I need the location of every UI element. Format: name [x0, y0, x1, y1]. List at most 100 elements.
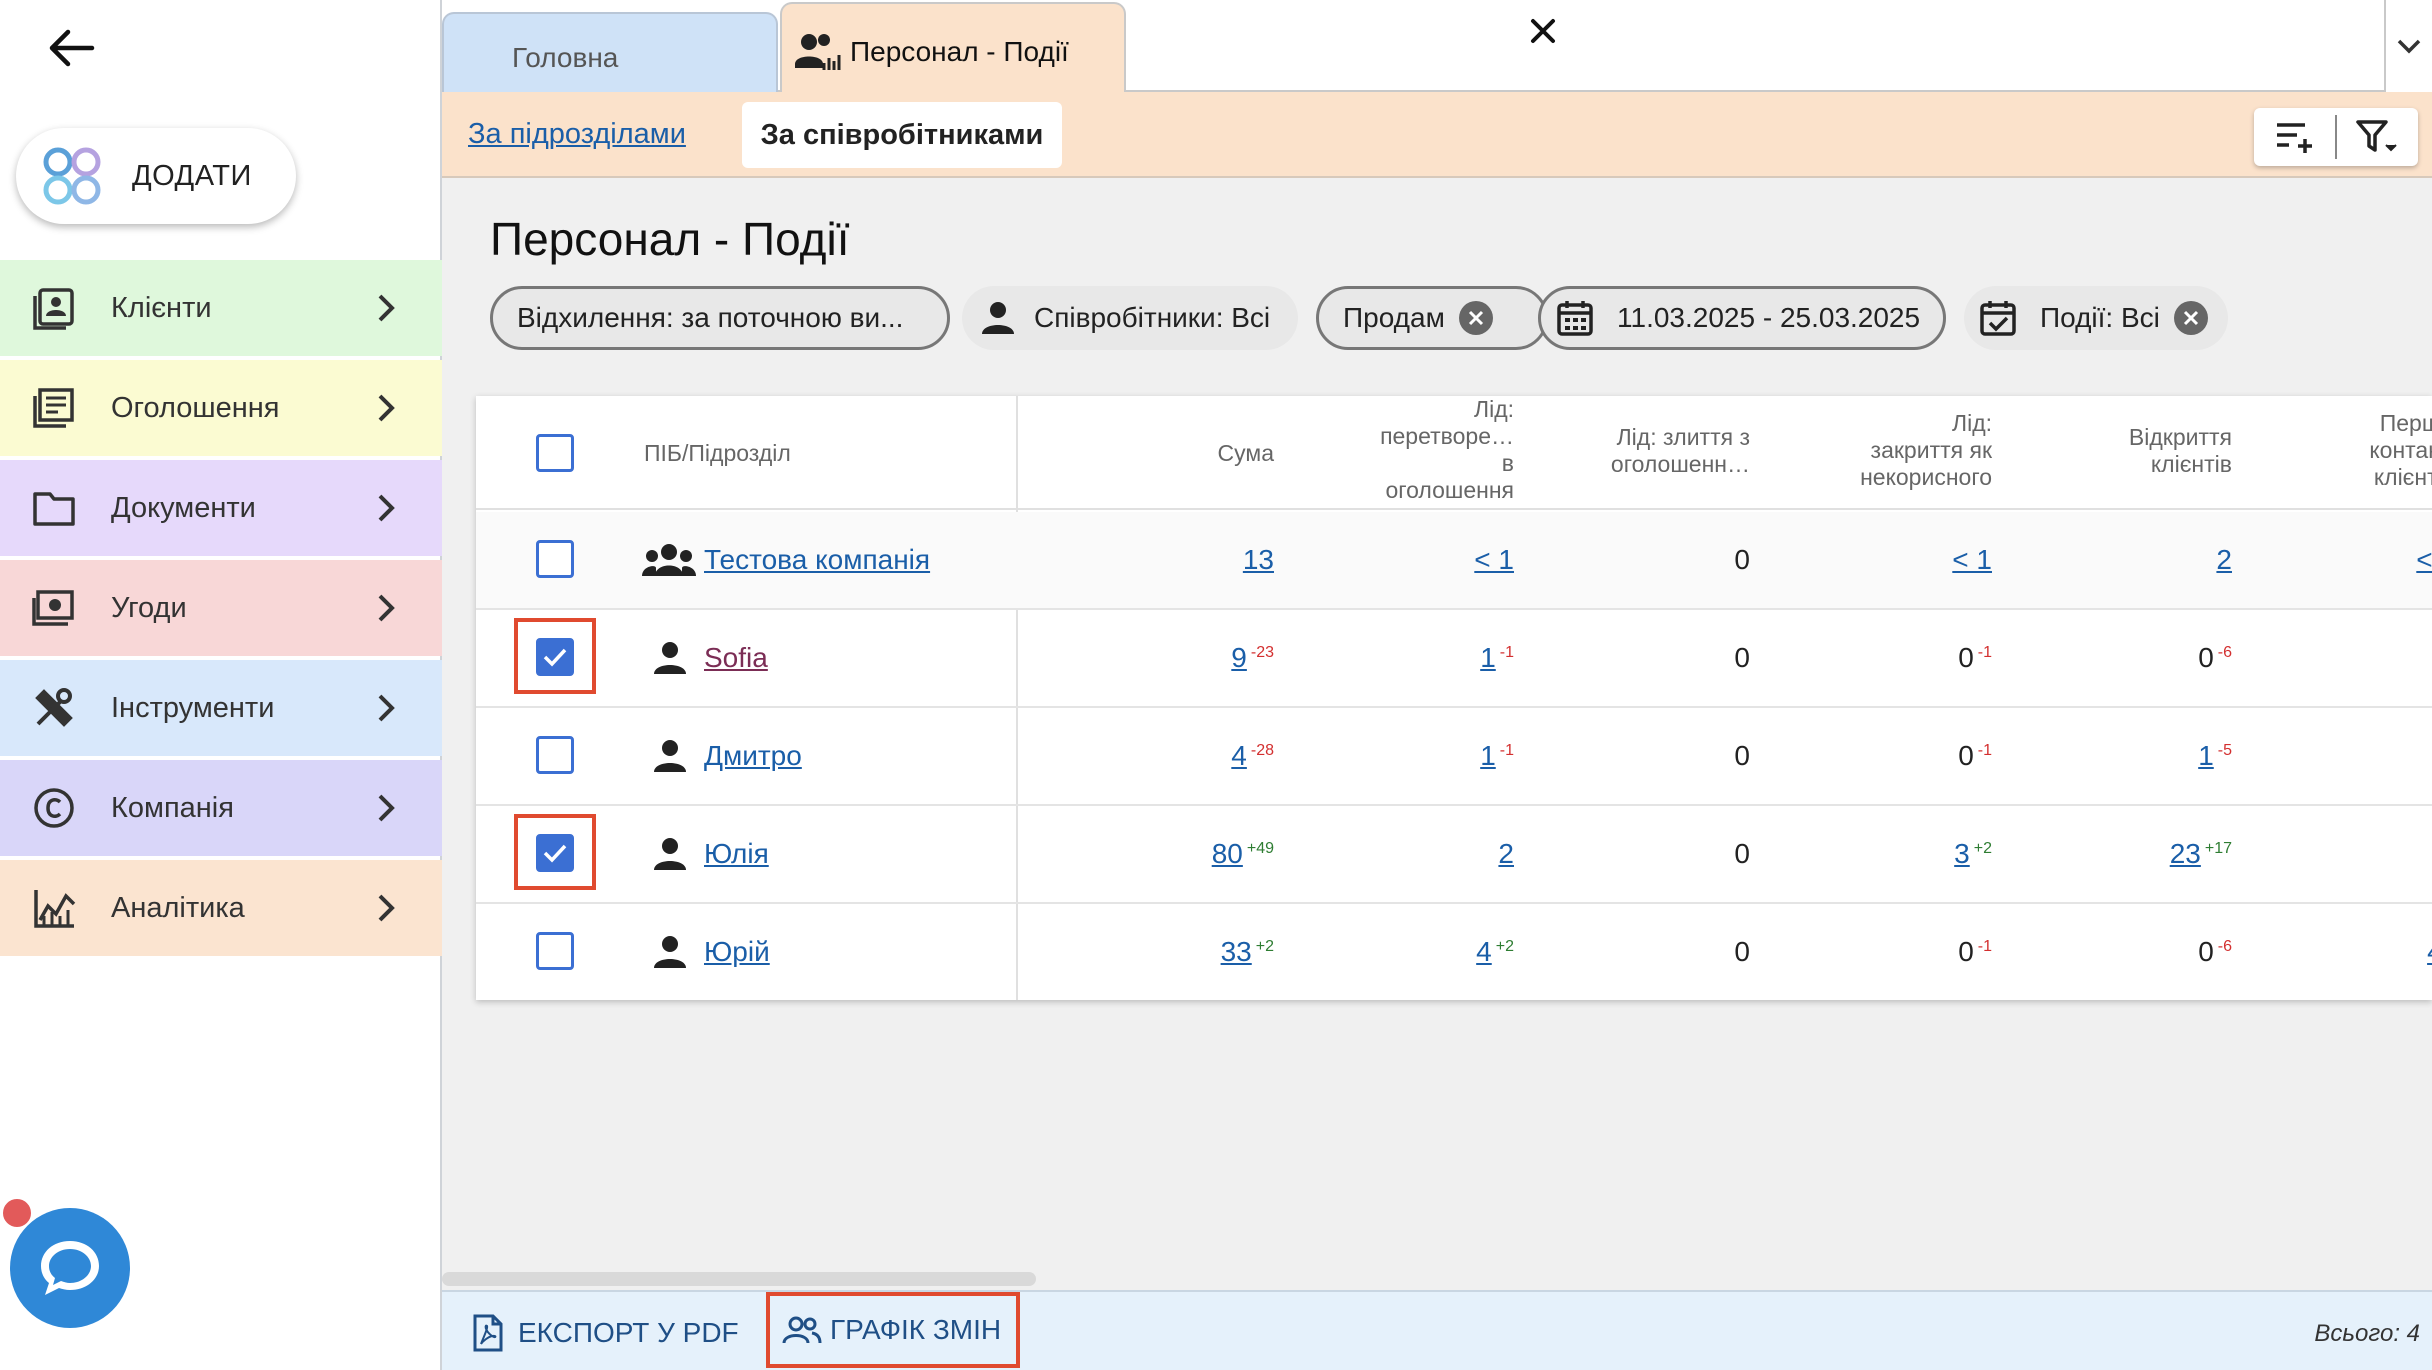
sidebar-item-5[interactable]: Інструменти — [0, 660, 442, 756]
cell-close[interactable]: < 1 — [1952, 544, 1992, 576]
copyright-icon — [34, 788, 74, 828]
sidebar-item-7[interactable]: Аналітика — [0, 860, 442, 956]
chevron-right-icon — [378, 394, 395, 422]
cell-close[interactable]: 3 +2 — [1954, 838, 1992, 870]
cell-conv-value[interactable]: < 1 — [1474, 544, 1514, 575]
chip-sale[interactable]: Продам — [1316, 286, 1548, 350]
subtab-by-employees[interactable]: За співробітниками — [742, 102, 1062, 168]
header-line: Лід: — [1473, 396, 1514, 422]
export-pdf-label: ЕКСПОРТ У PDF — [518, 1317, 739, 1348]
subtab-by-units[interactable]: За підрозділами — [468, 118, 686, 151]
sidebar-item-1[interactable]: Клієнти — [0, 260, 442, 356]
chip-deviation[interactable]: Відхилення: за поточною ви... — [490, 286, 950, 350]
chip-events-label: Події: Всі — [2040, 302, 2160, 333]
table-row[interactable]: Юлія80+49203+223+172 — [476, 806, 2432, 904]
select-all-checkbox[interactable] — [536, 434, 574, 472]
row-checkbox[interactable] — [536, 540, 574, 578]
table-row[interactable]: Sofia9-231-100-10-61 — [476, 610, 2432, 708]
cell-first-value[interactable]: < 1 — [2416, 544, 2432, 575]
add-filter-button[interactable] — [2254, 108, 2335, 166]
cell-conv-value[interactable]: 1 — [1480, 642, 1496, 673]
cell-first[interactable]: 4+ — [2427, 936, 2432, 968]
tab-home-label: Головна — [512, 42, 619, 73]
cell-sum-value[interactable]: 4 — [1231, 740, 1247, 771]
cell-open-value[interactable]: 23 — [2170, 838, 2201, 869]
money-icon — [32, 590, 74, 626]
group-icon — [782, 1316, 822, 1344]
cell-sum[interactable]: 80 +49 — [1212, 838, 1274, 870]
add-button-label: ДОДАТИ — [132, 159, 252, 192]
cell-open[interactable]: 1 -5 — [2198, 740, 2232, 772]
shift-schedule-button[interactable]: ГРАФІК ЗМІН — [766, 1292, 1020, 1368]
cell-conv[interactable]: 4 +2 — [1476, 936, 1514, 968]
sidebar-item-label: Компанія — [111, 791, 234, 824]
table-row[interactable]: Тестова компанія 13 < 1 0 < 1 2 < 1 — [476, 512, 2432, 610]
cell-close-value[interactable]: < 1 — [1952, 544, 1992, 575]
chip-events[interactable]: Події: Всі — [1964, 286, 2228, 350]
cell-sum[interactable]: 13 — [1243, 544, 1274, 576]
cell-sum[interactable]: 9 -23 — [1231, 642, 1274, 674]
cell-conv[interactable]: 2 — [1498, 838, 1514, 870]
cell-open-value[interactable]: 1 — [2198, 740, 2214, 771]
sidebar-item-2[interactable]: Оголошення — [0, 360, 442, 456]
cell-sum-value[interactable]: 80 — [1212, 838, 1243, 869]
cell-conv[interactable]: < 1 — [1474, 544, 1514, 576]
close-tab-button[interactable] — [1528, 16, 1558, 46]
cell-conv[interactable]: 1 -1 — [1480, 642, 1514, 674]
row-name[interactable]: Sofia — [704, 642, 768, 674]
row-name[interactable]: Юлія — [704, 838, 769, 870]
row-checkbox[interactable] — [536, 834, 574, 872]
row-checkbox[interactable] — [536, 638, 574, 676]
tab-home[interactable]: Головна — [442, 12, 778, 92]
cell-conv[interactable]: 1 -1 — [1480, 740, 1514, 772]
add-button[interactable]: ДОДАТИ — [16, 128, 296, 224]
table-row[interactable]: Юрій33+24+200-10-64+ — [476, 904, 2432, 1000]
pdf-icon — [473, 1314, 503, 1352]
chat-button[interactable] — [10, 1208, 130, 1328]
horizontal-scrollbar[interactable] — [442, 1272, 1036, 1286]
cell-sum-value[interactable]: 13 — [1243, 544, 1274, 575]
cell-sum[interactable]: 33 +2 — [1221, 936, 1274, 968]
chevron-down-icon — [2397, 39, 2421, 54]
row-name[interactable]: Юрій — [704, 936, 770, 968]
header-lead-merge: Лід: злиття з оголошенн… — [1611, 424, 1750, 478]
person-icon — [654, 838, 686, 870]
cell-open[interactable]: 2 — [2216, 544, 2232, 576]
cell-merge-value: 0 — [1734, 544, 1750, 575]
cell-sum-value[interactable]: 9 — [1231, 642, 1247, 673]
cell-sum[interactable]: 4 -28 — [1231, 740, 1274, 772]
cell-open[interactable]: 23 +17 — [2170, 838, 2232, 870]
table-row[interactable]: Дмитро4-281-100-11-51 — [476, 708, 2432, 806]
header-line: закриття як — [1870, 437, 1992, 463]
chip-employees[interactable]: Співробітники: Всі — [962, 286, 1298, 350]
row-checkbox[interactable] — [536, 932, 574, 970]
export-pdf-button[interactable]: ЕКСПОРТ У PDF — [472, 1310, 739, 1356]
cell-first-value[interactable]: 4 — [2427, 936, 2432, 967]
sidebar-item-3[interactable]: Документи — [0, 460, 442, 556]
row-name[interactable]: Тестова компанія — [704, 544, 930, 576]
cell-conv-value[interactable]: 4 — [1476, 936, 1492, 967]
cell-sum-value[interactable]: 33 — [1221, 936, 1252, 967]
tabs-dropdown-button[interactable] — [2384, 0, 2432, 92]
chip-dates[interactable]: 11.03.2025 - 25.03.2025 — [1538, 286, 1946, 350]
back-button[interactable] — [44, 24, 98, 72]
chip-sale-remove-icon[interactable] — [1458, 301, 1493, 335]
main-content: Персонал - Події Відхилення: за поточною… — [442, 178, 2432, 1290]
sidebar-item-6[interactable]: Компанія — [0, 760, 442, 856]
filter-menu-button[interactable] — [2337, 108, 2418, 166]
sidebar-item-label: Оголошення — [111, 391, 280, 424]
cell-first[interactable]: < 1 — [2416, 544, 2432, 576]
row-name[interactable]: Дмитро — [704, 740, 802, 772]
cell-close-value[interactable]: 3 — [1954, 838, 1970, 869]
cell-conv-value[interactable]: 1 — [1480, 740, 1496, 771]
sidebar-item-4[interactable]: Угоди — [0, 560, 442, 656]
tab-staff-events[interactable]: Персонал - Події — [780, 2, 1126, 92]
cell-open-value[interactable]: 2 — [2216, 544, 2232, 575]
chip-events-remove-icon[interactable] — [2173, 301, 2208, 335]
close-icon — [1531, 19, 1555, 43]
header-line: в — [1501, 450, 1514, 476]
chevron-right-icon — [378, 894, 395, 922]
row-checkbox[interactable] — [536, 736, 574, 774]
cell-conv-value[interactable]: 2 — [1498, 838, 1514, 869]
group-icon — [642, 544, 696, 576]
